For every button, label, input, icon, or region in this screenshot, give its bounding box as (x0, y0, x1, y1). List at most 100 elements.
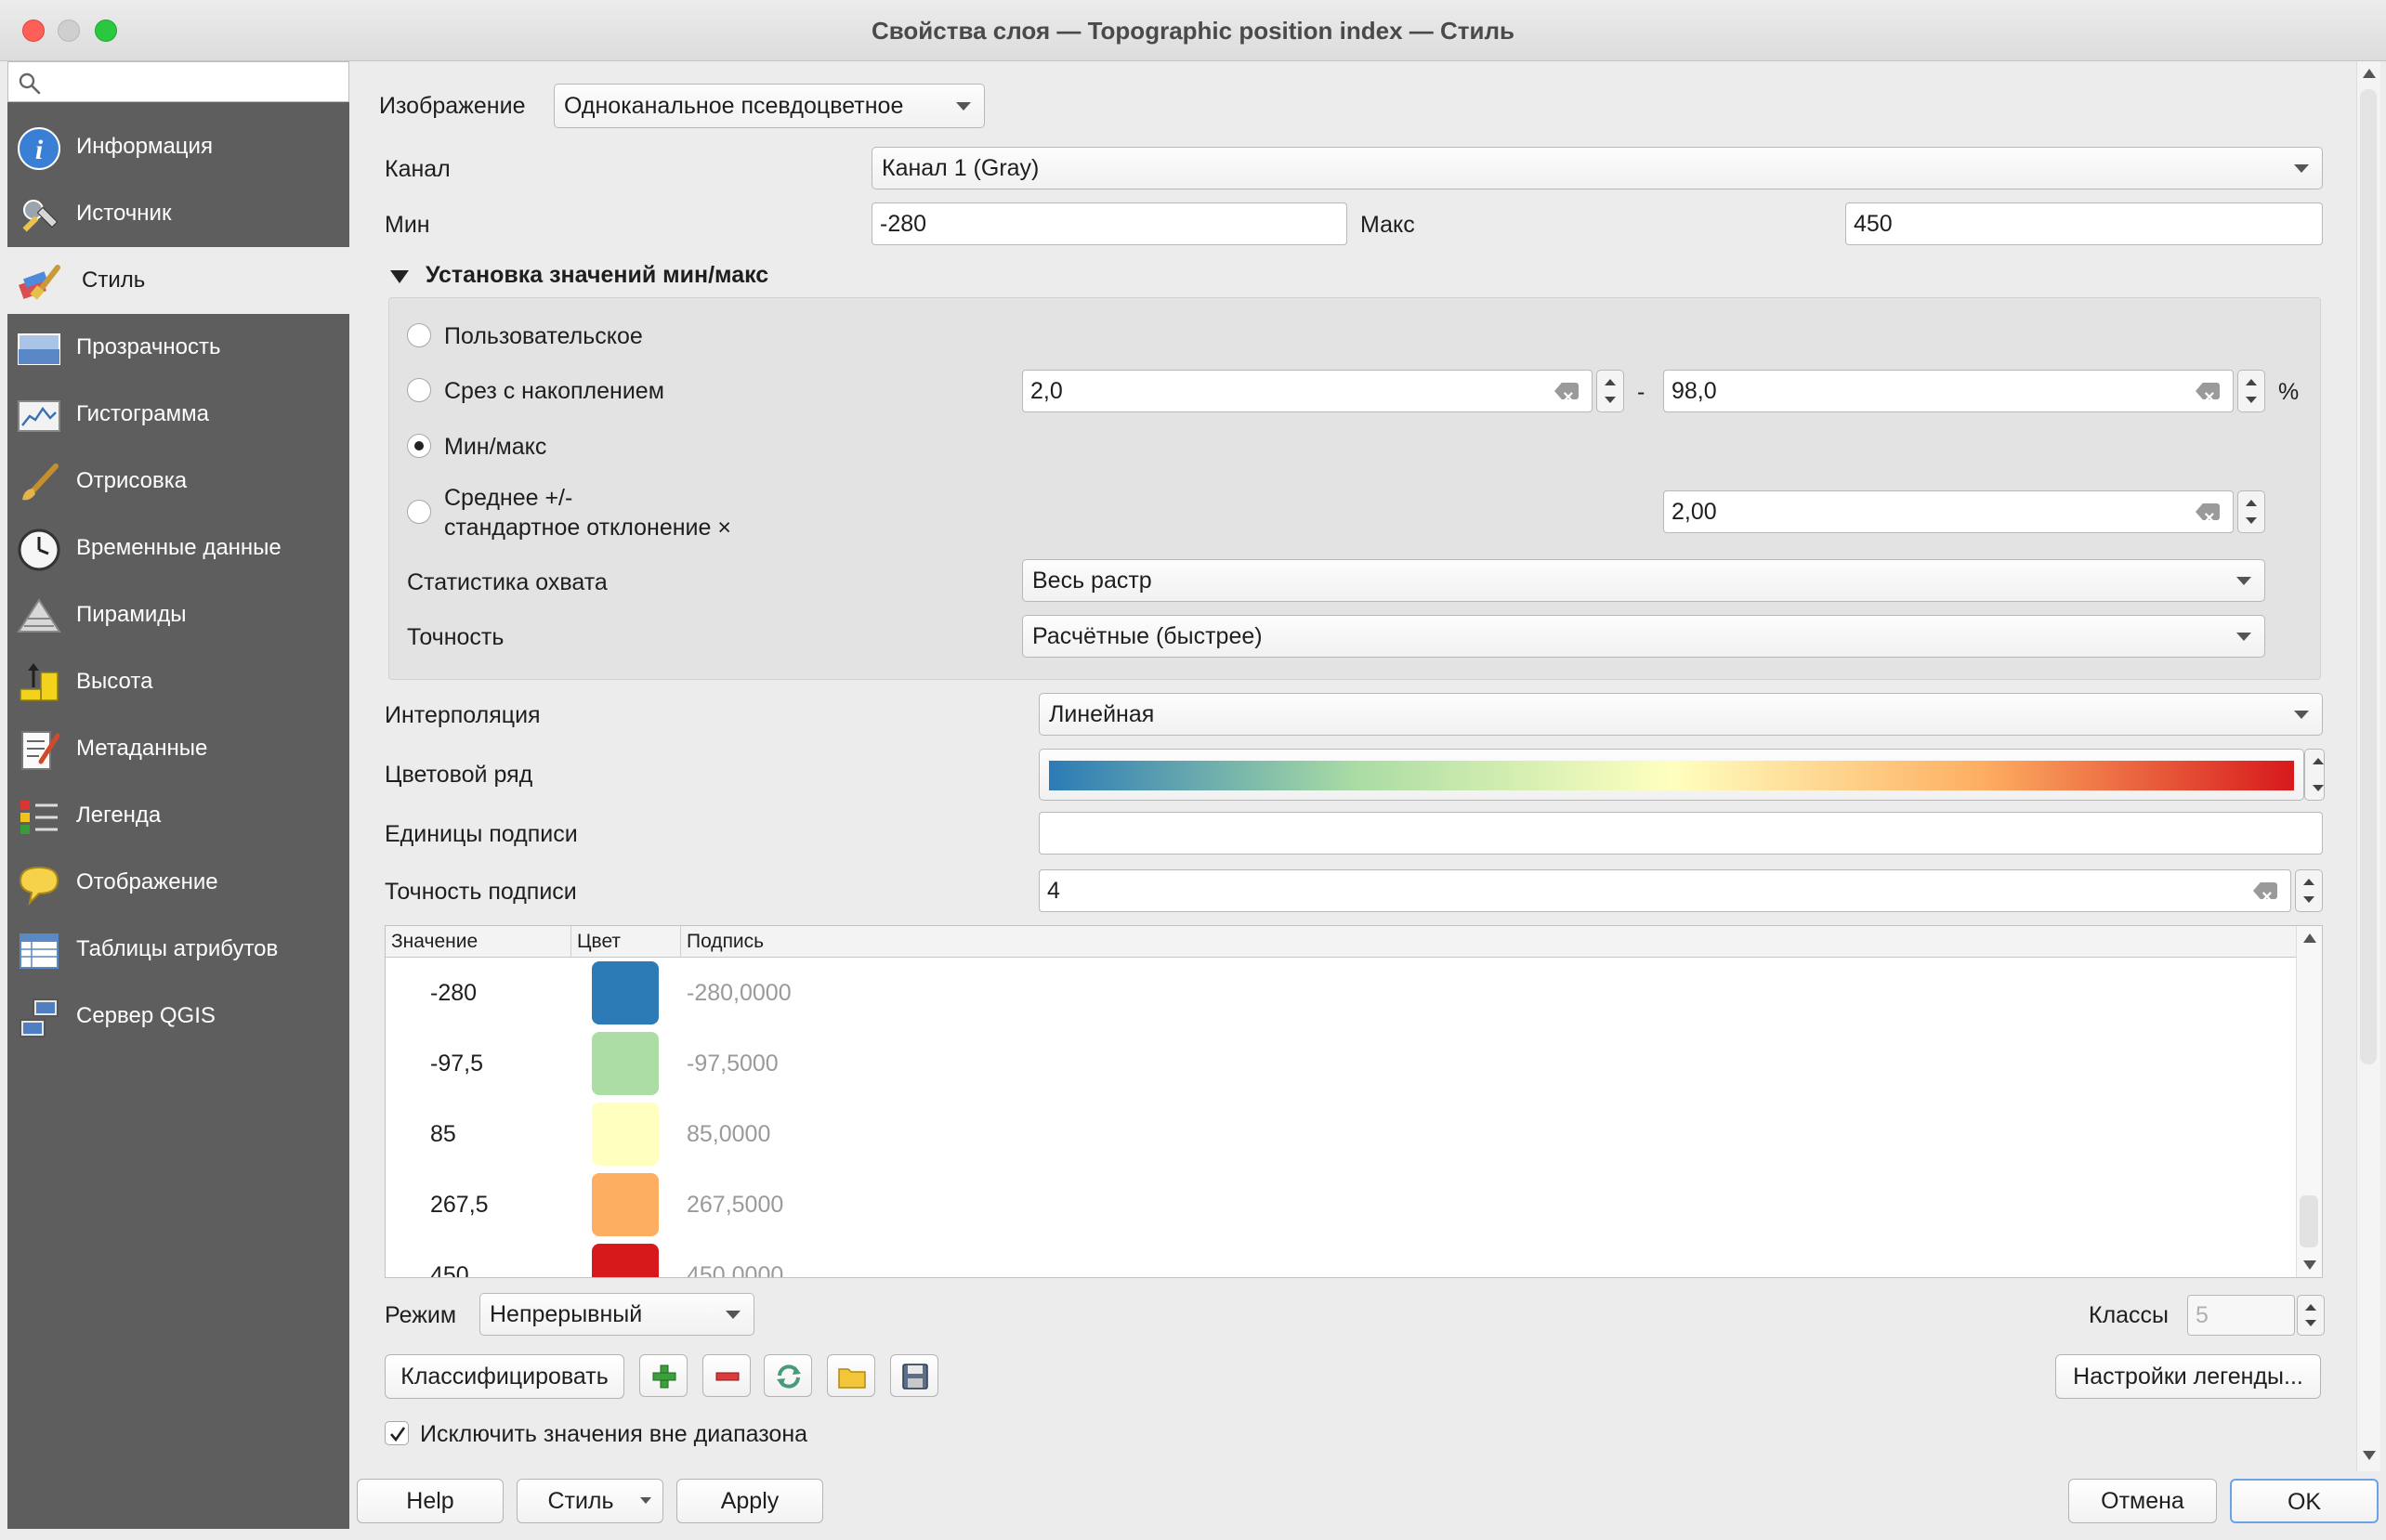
row-label[interactable]: 450,0000 (687, 1240, 783, 1277)
histogram-icon (18, 400, 60, 432)
extent-label: Статистика охвата (407, 569, 608, 595)
table-row[interactable]: 85 85,0000 (386, 1099, 2300, 1169)
load-color-map-button[interactable] (827, 1354, 875, 1397)
row-value[interactable]: -280 (430, 958, 477, 1028)
classify-button[interactable]: Классифицировать (385, 1354, 624, 1399)
sidebar-item-qgis-server[interactable]: Сервер QGIS (7, 983, 349, 1050)
classes-input[interactable]: 5 (2187, 1295, 2295, 1336)
legend-settings-button[interactable]: Настройки легенды... (2055, 1354, 2321, 1399)
header-color[interactable]: Цвет (571, 926, 681, 958)
clear-icon[interactable] (2196, 383, 2220, 399)
main-scroll-thumb[interactable] (2360, 89, 2377, 1064)
clear-icon[interactable] (2253, 882, 2277, 899)
color-ramp-menu-button[interactable] (2304, 749, 2325, 801)
label-precision-stepper[interactable] (2295, 869, 2323, 912)
add-value-button[interactable] (639, 1354, 688, 1397)
band-combo[interactable]: Канал 1 (Gray) (872, 147, 2323, 189)
mode-combo[interactable]: Непрерывный (479, 1293, 754, 1336)
ok-button[interactable]: OK (2230, 1479, 2379, 1523)
table-row[interactable]: -280 -280,0000 (386, 958, 2300, 1028)
sidebar-item-attribute-tables[interactable]: Таблицы атрибутов (7, 916, 349, 983)
search-field[interactable] (49, 66, 337, 98)
user-defined-radio[interactable] (407, 323, 431, 347)
clear-icon[interactable] (2196, 503, 2220, 520)
row-color-swatch[interactable] (592, 1103, 659, 1166)
main-scrollbar[interactable] (2356, 61, 2380, 1471)
scroll-up-icon[interactable] (2363, 69, 2376, 78)
sidebar-item-information[interactable]: i Информация (7, 113, 349, 180)
row-label[interactable]: 85,0000 (687, 1099, 770, 1169)
row-label[interactable]: -97,5000 (687, 1028, 779, 1099)
sidebar-item-display[interactable]: Отображение (7, 849, 349, 916)
band-label: Канал (385, 156, 451, 182)
label-unit-input[interactable] (1039, 812, 2323, 855)
row-value[interactable]: 450 (430, 1240, 469, 1277)
row-color-swatch[interactable] (592, 1032, 659, 1095)
folder-icon (838, 1368, 866, 1389)
interpolation-combo[interactable]: Линейная (1039, 693, 2323, 736)
sidebar-item-pyramids[interactable]: Пирамиды (7, 581, 349, 648)
header-label[interactable]: Подпись (681, 926, 2298, 958)
scroll-up-icon[interactable] (2303, 933, 2316, 943)
help-button[interactable]: Help (357, 1479, 504, 1523)
sidebar-item-style[interactable]: Стиль (7, 247, 349, 314)
sidebar-item-source[interactable]: Источник (7, 180, 349, 247)
table-scrollbar[interactable] (2296, 926, 2322, 1277)
clear-icon[interactable] (1554, 383, 1579, 399)
reverse-colors-button[interactable] (764, 1354, 812, 1397)
remove-value-button[interactable] (702, 1354, 751, 1397)
cumulative-from-input[interactable]: 2,0 (1022, 370, 1593, 412)
sidebar-item-histogram[interactable]: Гистограмма (7, 381, 349, 448)
row-label[interactable]: 267,5000 (687, 1169, 783, 1240)
row-color-swatch[interactable] (592, 1244, 659, 1277)
max-input[interactable]: 450 (1845, 202, 2323, 245)
row-label[interactable]: -280,0000 (687, 958, 792, 1028)
header-value[interactable]: Значение (386, 926, 571, 958)
stddev-input[interactable]: 2,00 (1663, 490, 2234, 533)
table-scroll-thumb[interactable] (2300, 1195, 2318, 1247)
cumulative-from-stepper[interactable] (1596, 370, 1624, 412)
collapse-triangle-icon[interactable] (388, 268, 411, 286)
min-input[interactable]: -280 (872, 202, 1347, 245)
table-row[interactable]: 450 450,0000 (386, 1240, 2300, 1277)
row-color-swatch[interactable] (592, 1173, 659, 1236)
scroll-down-icon[interactable] (2303, 1260, 2316, 1270)
clip-out-of-range-checkbox[interactable] (385, 1421, 409, 1445)
label-precision-label: Точность подписи (385, 879, 577, 905)
title-bar: Свойства слоя — Topographic position ind… (0, 0, 2386, 61)
save-color-map-button[interactable] (890, 1354, 938, 1397)
minmax-radio[interactable] (407, 434, 431, 458)
row-value[interactable]: 267,5 (430, 1169, 489, 1240)
table-row[interactable]: 267,5 267,5000 (386, 1169, 2300, 1240)
sidebar-item-rendering[interactable]: Отрисовка (7, 448, 349, 515)
search-input[interactable] (7, 61, 349, 102)
row-color-swatch[interactable] (592, 961, 659, 1024)
sidebar-item-transparency[interactable]: Прозрачность (7, 314, 349, 381)
legend-icon (20, 801, 58, 834)
apply-button[interactable]: Apply (676, 1479, 823, 1523)
color-ramp-button[interactable] (1039, 749, 2304, 801)
cumulative-to-input[interactable]: 98,0 (1663, 370, 2234, 412)
classes-stepper[interactable] (2297, 1295, 2325, 1336)
row-value[interactable]: 85 (430, 1099, 456, 1169)
window-title: Свойства слоя — Topographic position ind… (872, 17, 1514, 45)
render-type-combo[interactable]: Одноканальное псевдоцветное (554, 84, 985, 128)
accuracy-combo[interactable]: Расчётные (быстрее) (1022, 615, 2265, 658)
cancel-button[interactable]: Отмена (2068, 1479, 2217, 1523)
cumulative-cut-radio[interactable] (407, 378, 431, 402)
sidebar-item-temporal[interactable]: Временные данные (7, 515, 349, 581)
label-precision-input[interactable]: 4 (1039, 869, 2291, 912)
classes-label: Классы (2089, 1302, 2170, 1328)
sidebar-item-elevation[interactable]: Высота (7, 648, 349, 715)
extent-combo[interactable]: Весь растр (1022, 559, 2265, 602)
sidebar-item-metadata[interactable]: Метаданные (7, 715, 349, 782)
row-value[interactable]: -97,5 (430, 1028, 483, 1099)
cumulative-to-stepper[interactable] (2237, 370, 2265, 412)
stddev-stepper[interactable] (2237, 490, 2265, 533)
style-menu-button[interactable]: Стиль (517, 1479, 663, 1523)
table-row[interactable]: -97,5 -97,5000 (386, 1028, 2300, 1099)
scroll-down-icon[interactable] (2363, 1451, 2376, 1460)
cumulative-from-value: 2,0 (1030, 378, 1063, 404)
sidebar-item-legend[interactable]: Легенда (7, 782, 349, 849)
stddev-radio[interactable] (407, 500, 431, 524)
